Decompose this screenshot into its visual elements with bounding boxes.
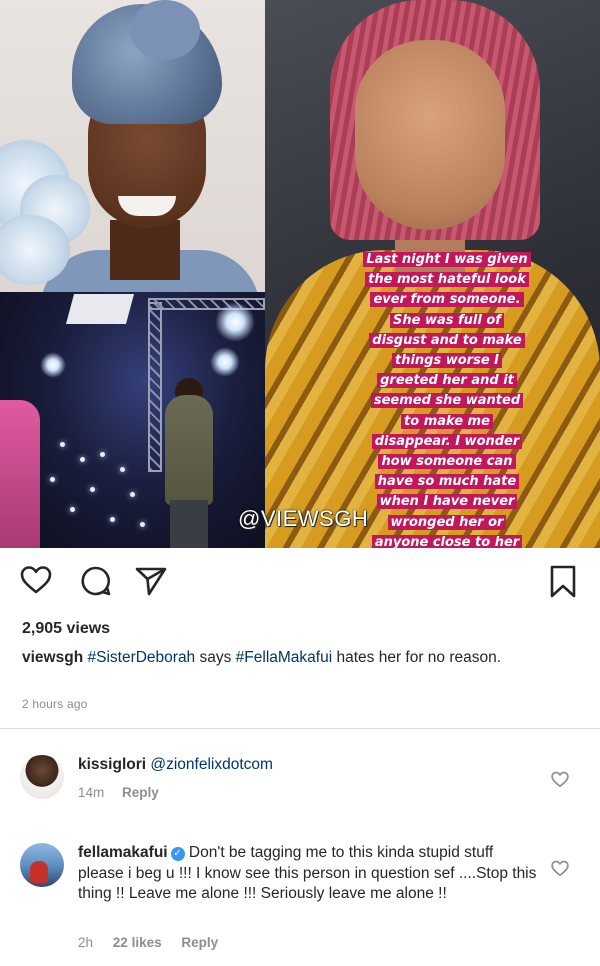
divider: [0, 728, 600, 729]
story-caption-line: to make me: [401, 413, 493, 429]
send-paper-plane-icon[interactable]: [135, 566, 167, 596]
comment-username[interactable]: kissiglori: [78, 756, 146, 773]
story-caption-line: anyone close to her: [371, 534, 523, 548]
story-caption-line: how someone can: [378, 454, 516, 470]
comment-time: 2h: [78, 935, 94, 950]
story-caption-line: She was full of: [390, 312, 504, 328]
singer-figure: [0, 400, 40, 548]
story-caption-line: the most hateful look: [365, 272, 529, 288]
performer-figure: [165, 395, 213, 505]
story-caption-line: have so much hate: [374, 474, 520, 490]
avatar[interactable]: [20, 755, 64, 799]
caption-text-mid: says: [195, 649, 236, 666]
likes-count[interactable]: 22 likes: [113, 935, 162, 950]
avatar[interactable]: [20, 843, 64, 887]
comment-bubble-icon[interactable]: [80, 565, 112, 597]
comment-body: kissiglori @zionfelixdotcom: [78, 755, 538, 776]
story-caption-line: things worse I: [391, 353, 503, 369]
comment-meta: 14m Reply: [78, 785, 159, 800]
caption-text-rest: hates her for no reason.: [332, 649, 502, 666]
post-caption: viewsgh #SisterDeborah says #FellaMakafu…: [22, 647, 582, 669]
comment-username[interactable]: fellamakafui: [78, 844, 168, 861]
heart-icon[interactable]: [20, 565, 52, 595]
post-media[interactable]: Last night I was given the most hateful l…: [0, 0, 600, 548]
view-count[interactable]: 2,905 views: [22, 620, 110, 638]
bookmark-icon[interactable]: [549, 565, 577, 599]
post-timestamp: 2 hours ago: [22, 697, 88, 711]
photo-portrait-left: [0, 0, 265, 292]
hashtag-fellamakafui[interactable]: #FellaMakafui: [236, 649, 333, 666]
heart-outline-icon[interactable]: [551, 771, 569, 788]
story-caption-line: disgust and to make: [369, 332, 525, 348]
comment-time: 14m: [78, 785, 105, 800]
story-caption-line: ever from someone.: [370, 292, 524, 308]
story-caption-line: Last night I was given: [363, 252, 531, 267]
story-caption-line: seemed she wanted: [370, 393, 524, 409]
reply-button[interactable]: Reply: [181, 935, 218, 950]
watermark-text: @VIEWSGH: [238, 506, 369, 531]
caption-username[interactable]: viewsgh: [22, 649, 83, 666]
comment-mention[interactable]: @zionfelixdotcom: [150, 756, 273, 773]
reply-button[interactable]: Reply: [122, 785, 159, 800]
verified-badge-icon: ✓: [170, 847, 185, 861]
story-caption-line: disappear. I wonder: [371, 433, 523, 449]
heart-outline-icon[interactable]: [551, 860, 569, 877]
story-caption-line: when I have never: [376, 494, 518, 510]
story-caption: Last night I was given the most hateful l…: [349, 250, 545, 548]
comment-meta: 2h 22 likes Reply: [78, 935, 218, 950]
comment-body: fellamakafui ✓ Don't be tagging me to thi…: [78, 843, 538, 905]
hashtag-sisterdeborah[interactable]: #SisterDeborah: [87, 649, 195, 666]
story-caption-line: wronged her or: [387, 514, 507, 530]
story-caption-line: greeted her and it: [377, 373, 517, 389]
